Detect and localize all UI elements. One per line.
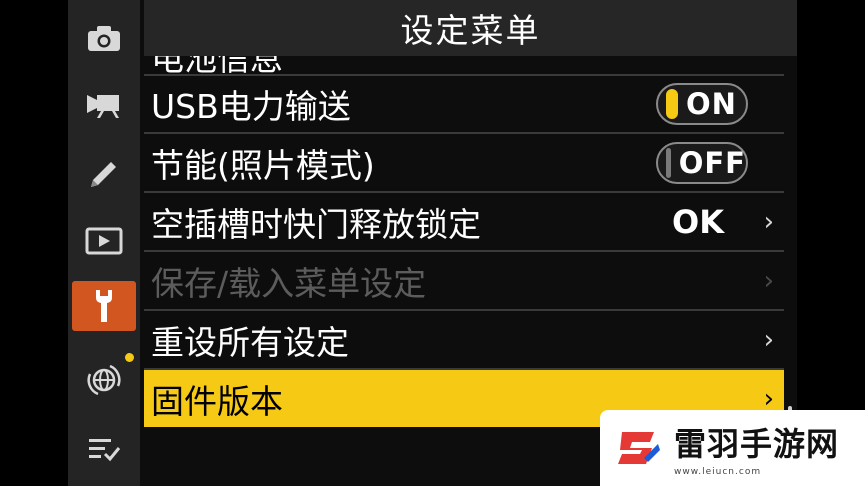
menu-item-energy-saving[interactable]: 节能(照片模式) OFF bbox=[144, 134, 784, 193]
menu-item-label: 保存/载入菜单设定 bbox=[151, 263, 427, 303]
toggle-switch-off[interactable]: OFF bbox=[656, 141, 748, 184]
chevron-right-icon: › bbox=[763, 265, 774, 296]
playback-icon bbox=[85, 227, 123, 255]
movie-camera-icon bbox=[87, 95, 119, 118]
clipped-menu-item-label: 电池信息 bbox=[151, 56, 283, 76]
menu-item-label: 重设所有设定 bbox=[151, 322, 349, 362]
menu-item-label: USB电力输送 bbox=[151, 87, 351, 126]
tab-setup[interactable] bbox=[72, 281, 136, 331]
menu-item-reset-all-settings[interactable]: 重设所有设定 › bbox=[144, 311, 784, 370]
notification-badge bbox=[125, 353, 134, 362]
menu-item-slot-empty-release-lock[interactable]: 空插槽时快门释放锁定 OK › bbox=[144, 193, 784, 252]
chevron-right-icon: › bbox=[763, 383, 774, 414]
menu-item-label: 空插槽时快门释放锁定 bbox=[151, 204, 481, 244]
site-watermark: 雷羽手游网 www.leiucn.com bbox=[600, 410, 865, 486]
watermark-url: www.leiucn.com bbox=[674, 467, 762, 477]
menu-item-value: OK bbox=[672, 202, 724, 241]
menu-tab-sidebar bbox=[68, 0, 140, 486]
tab-custom-settings[interactable] bbox=[72, 148, 136, 198]
pencil-icon bbox=[91, 162, 116, 187]
toggle-label: OFF bbox=[678, 145, 746, 180]
tab-playback[interactable] bbox=[72, 216, 136, 266]
tab-network[interactable] bbox=[72, 353, 136, 405]
network-globe-icon bbox=[87, 364, 121, 396]
watermark-title: 雷羽手游网 bbox=[674, 425, 840, 463]
chevron-right-icon: › bbox=[763, 324, 774, 355]
menu-item-label: 固件版本 bbox=[151, 381, 283, 421]
chevron-right-icon: › bbox=[763, 206, 774, 237]
menu-item-usb-power-delivery[interactable]: USB电力输送 ON bbox=[144, 76, 784, 134]
toggle-label: ON bbox=[686, 87, 737, 121]
toggle-knob bbox=[666, 89, 678, 119]
my-menu-icon bbox=[89, 439, 121, 462]
clipped-menu-item[interactable]: 电池信息 bbox=[144, 56, 784, 76]
tab-my-menu[interactable] bbox=[72, 424, 136, 474]
toggle-switch-on[interactable]: ON bbox=[656, 83, 748, 125]
tab-movie-recording[interactable] bbox=[72, 79, 136, 129]
menu-item-label: 节能(照片模式) bbox=[151, 145, 375, 185]
toggle-knob bbox=[666, 147, 671, 178]
wrench-icon bbox=[96, 290, 112, 322]
tab-photo-shooting[interactable] bbox=[72, 13, 136, 63]
camera-icon bbox=[88, 26, 120, 51]
page-title: 设定菜单 bbox=[400, 11, 541, 50]
menu-item-save-load-settings: 保存/载入菜单设定 › bbox=[144, 252, 784, 311]
menu-title-bar: 设定菜单 bbox=[144, 0, 797, 56]
watermark-logo-icon bbox=[618, 432, 660, 464]
